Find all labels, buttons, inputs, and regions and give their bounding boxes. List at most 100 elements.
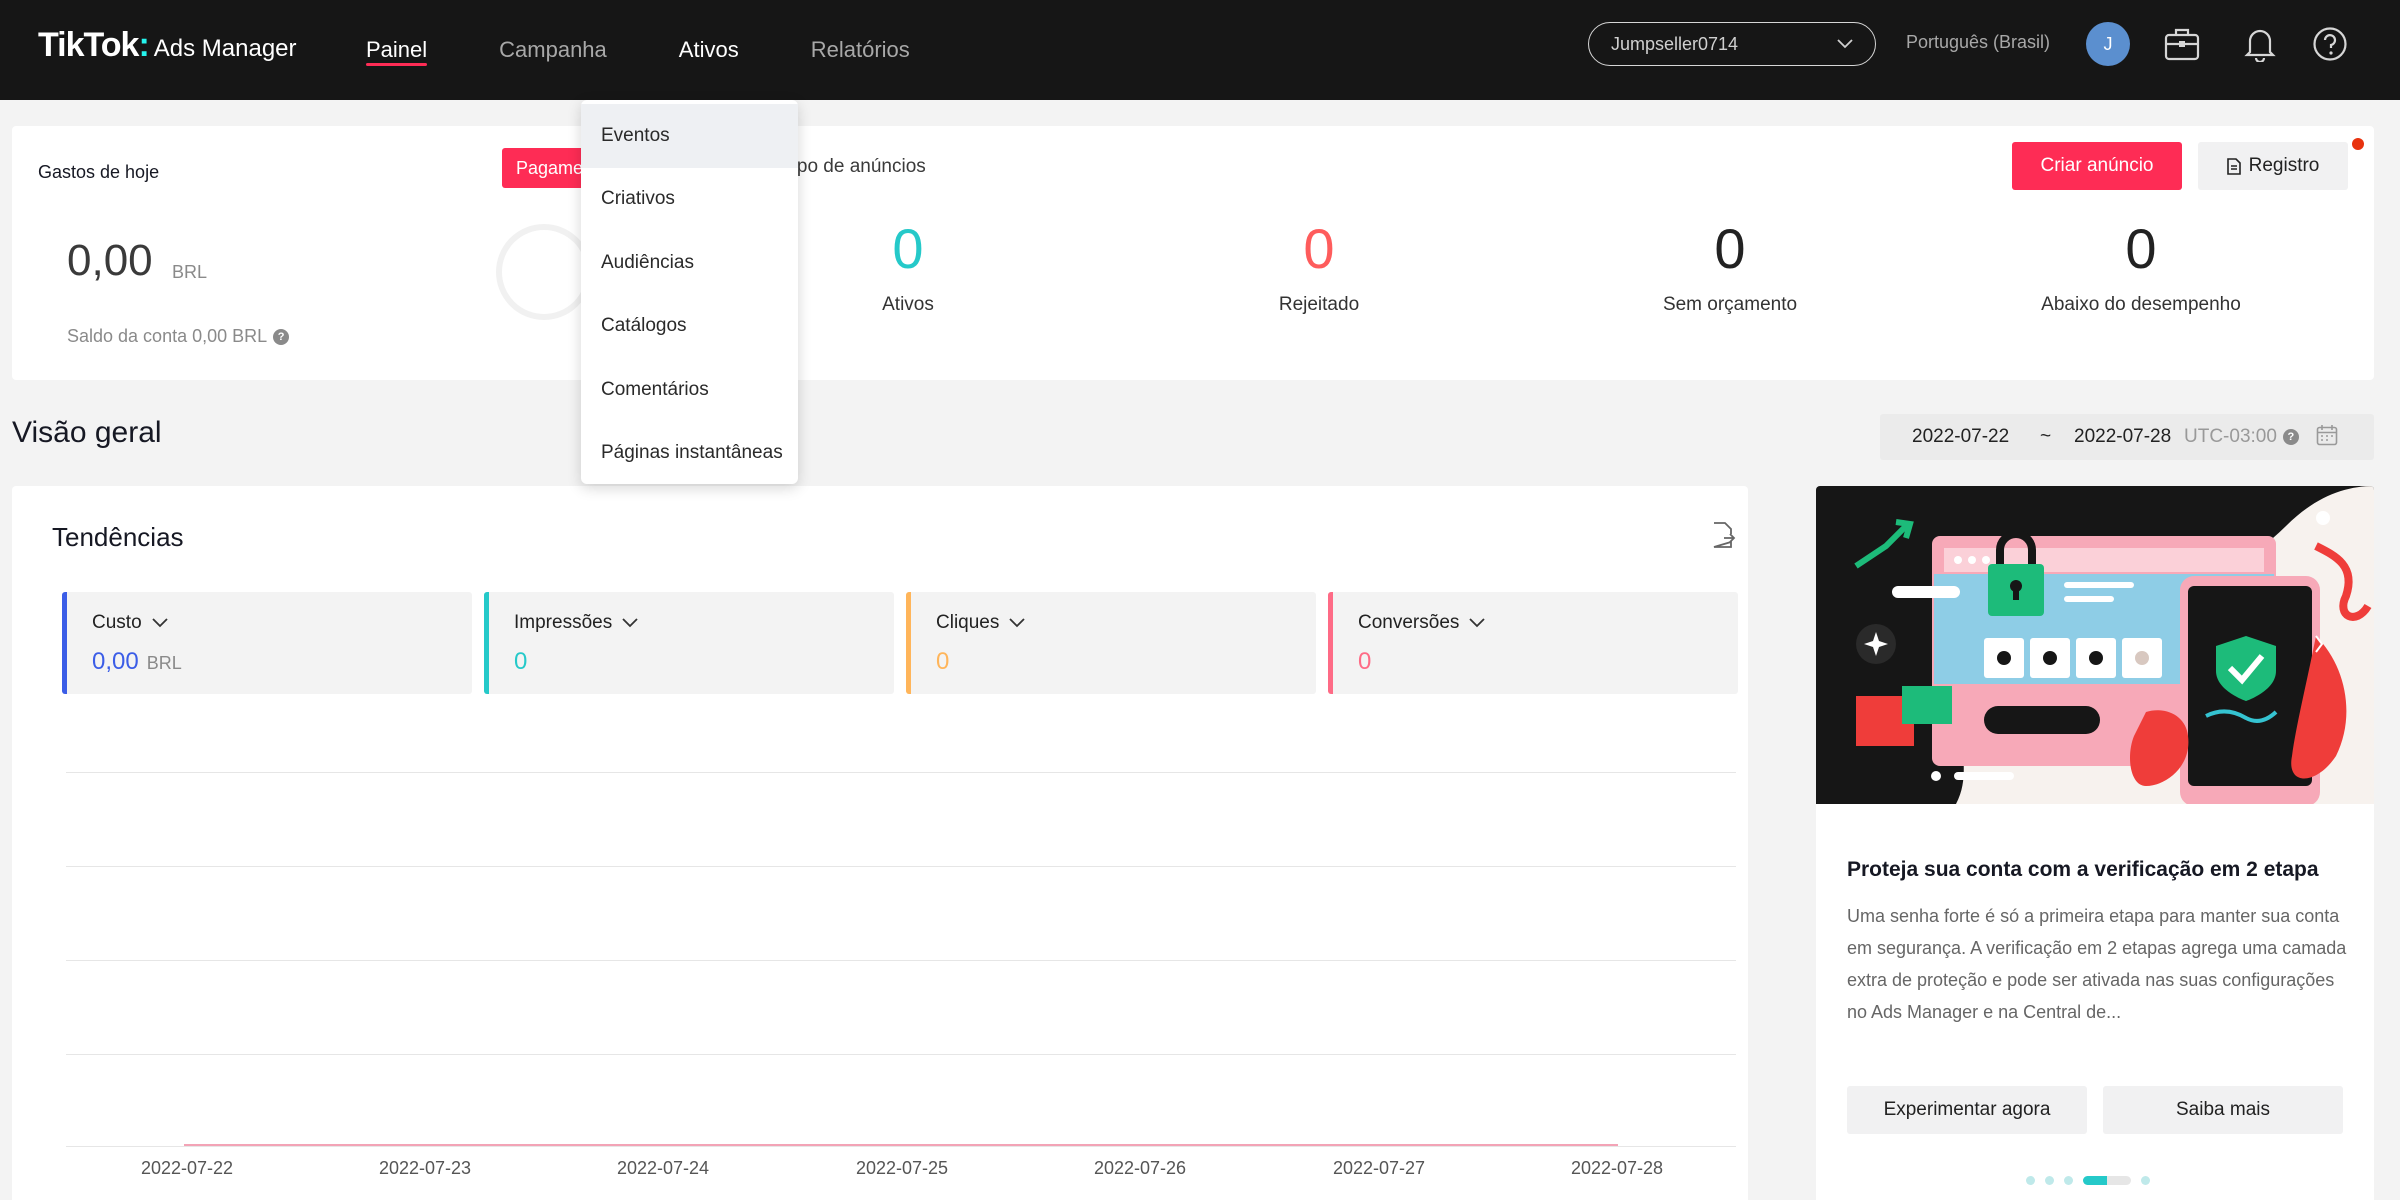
calendar-icon[interactable] <box>2316 424 2338 446</box>
date-range-picker[interactable]: 2022-07-22 ~ 2022-07-28 UTC-03:00 ? <box>1880 414 2374 460</box>
metric-custo[interactable]: Custo 0,00 BRL <box>62 592 472 694</box>
logo-brand: TikTok <box>38 26 139 64</box>
metric-value-text: 0 <box>1358 648 1372 675</box>
metric-label: Conversões <box>1358 612 1738 634</box>
menu-item-audiencias[interactable]: Audiências <box>581 231 798 295</box>
carousel-pager <box>2026 1176 2150 1185</box>
x-axis-label: 2022-07-22 <box>140 1158 234 1178</box>
metric-unit: BRL <box>146 653 182 673</box>
registro-button[interactable]: Registro <box>2198 142 2348 190</box>
metric-conversoes[interactable]: Conversões 0 <box>1328 592 1738 694</box>
language-selector[interactable]: Português (Brasil) <box>1906 32 2050 53</box>
metric-value: 0,00 BRL <box>92 648 472 676</box>
metric-label: Cliques <box>936 612 1316 634</box>
bell-icon[interactable] <box>2240 24 2280 64</box>
user-avatar[interactable]: J <box>2086 22 2130 66</box>
criar-anuncio-button[interactable]: Criar anúncio <box>2012 142 2182 190</box>
experimentar-agora-button[interactable]: Experimentar agora <box>1847 1086 2087 1134</box>
metric-label-text: Custo <box>92 612 142 633</box>
export-icon[interactable] <box>1712 522 1736 553</box>
logo-subtitle: Ads Manager <box>153 35 297 62</box>
pager-dot[interactable] <box>2064 1176 2073 1185</box>
menu-item-criativos[interactable]: Criativos <box>581 168 798 232</box>
metric-label-text: Cliques <box>936 612 1000 633</box>
pager-dot[interactable] <box>2045 1176 2054 1185</box>
help-icon[interactable] <box>2310 24 2350 64</box>
metric-label-text: Impressões <box>514 612 613 633</box>
pager-dot[interactable] <box>2026 1176 2035 1185</box>
nav-painel[interactable]: Painel <box>330 0 463 100</box>
promo-body: Uma senha forte é só a primeira etapa pa… <box>1847 906 2347 1022</box>
chart-gridline <box>66 1054 1736 1055</box>
pager-dot[interactable] <box>2141 1176 2150 1185</box>
date-end: 2022-07-28 <box>2074 426 2172 447</box>
x-axis-label: 2022-07-25 <box>855 1158 949 1178</box>
saiba-mais-button[interactable]: Saiba mais <box>2103 1086 2343 1134</box>
x-axis-label: 2022-07-24 <box>616 1158 710 1178</box>
account-balance: Saldo da conta 0,00 BRL ? <box>67 326 290 347</box>
registro-label: Registro <box>2248 155 2320 176</box>
x-axis-label: 2022-07-27 <box>1332 1158 1426 1178</box>
timezone: UTC-03:00 ? <box>2184 426 2299 448</box>
nav-ativos[interactable]: Ativos <box>643 0 775 100</box>
gastos-title: Gastos de hoje <box>38 162 160 182</box>
main-nav: Painel Campanha Ativos Relatórios <box>330 0 946 100</box>
document-icon <box>2226 157 2241 175</box>
gastos-value: 0,00 <box>67 236 153 285</box>
stat-label: Ativos <box>882 294 934 315</box>
nav-campanha[interactable]: Campanha <box>463 0 643 100</box>
stat-label: Rejeitado <box>1278 294 1360 315</box>
chevron-down-icon <box>152 618 168 628</box>
menu-item-eventos[interactable]: Eventos <box>581 104 798 168</box>
top-navbar: TikTok : Ads Manager Painel Campanha Ati… <box>0 0 2400 100</box>
pager-dot-active[interactable] <box>2083 1176 2131 1185</box>
metric-value-text: 0,00 <box>92 648 139 675</box>
metric-label-text: Conversões <box>1358 612 1460 633</box>
account-name: Jumpseller0714 <box>1611 33 1739 54</box>
menu-item-catalogos[interactable]: Catálogos <box>581 295 798 359</box>
metric-value: 0 <box>1358 648 1738 676</box>
stat-ativos[interactable]: 0 Ativos <box>758 216 1058 316</box>
briefcase-icon[interactable] <box>2162 24 2202 64</box>
chart-gridline <box>66 960 1736 961</box>
metric-label: Impressões <box>514 612 894 634</box>
chevron-down-icon <box>1009 618 1026 628</box>
x-axis-label: 2022-07-28 <box>1570 1158 1664 1178</box>
tiktok-logo[interactable]: TikTok : Ads Manager <box>38 26 297 65</box>
metric-cliques[interactable]: Cliques 0 <box>906 592 1316 694</box>
menu-item-comentarios[interactable]: Comentários <box>581 358 798 422</box>
progress-ring <box>496 224 592 320</box>
notification-dot <box>2352 138 2364 150</box>
saldo-text: Saldo da conta 0,00 BRL <box>67 326 268 346</box>
stat-value: 0 <box>1303 217 1335 280</box>
chart-gridline <box>66 772 1736 773</box>
nav-relatorios[interactable]: Relatórios <box>775 0 946 100</box>
metric-value-text: 0 <box>514 648 528 675</box>
metric-value: 0 <box>514 648 894 676</box>
stat-sem-orcamento[interactable]: 0 Sem orçamento <box>1580 216 1880 316</box>
promo-illustration <box>1816 486 2374 806</box>
help-circle-icon[interactable]: ? <box>273 328 290 345</box>
stat-rejeitado[interactable]: 0 Rejeitado <box>1169 216 1469 316</box>
help-circle-icon[interactable]: ? <box>2282 429 2299 445</box>
date-start: 2022-07-22 <box>1912 426 2010 447</box>
overview-title: Visão geral <box>12 416 162 449</box>
metric-value: 0 <box>936 648 1316 676</box>
chevron-down-icon <box>1469 618 1486 628</box>
metric-impressoes[interactable]: Impressões 0 <box>484 592 894 694</box>
account-selector[interactable]: Jumpseller0714 <box>1588 22 1876 66</box>
promo-title: Proteja sua conta com a verificação em 2… <box>1847 858 2319 881</box>
chart-gridline <box>66 866 1736 867</box>
x-axis-label: 2022-07-23 <box>378 1158 472 1178</box>
grupo-anuncios-label: rupo de anúncios <box>780 156 926 177</box>
stat-abaixo-desempenho[interactable]: 0 Abaixo do desempenho <box>1991 216 2291 316</box>
chevron-down-icon <box>622 618 638 628</box>
date-separator: ~ <box>2040 426 2052 447</box>
chart-gridline <box>66 1146 1736 1147</box>
summary-card: Gastos de hoje 0,00 BRL Saldo da conta 0… <box>12 126 2374 380</box>
menu-item-paginas-instantaneas[interactable]: Páginas instantâneas <box>581 422 798 486</box>
logo-colon: : <box>138 26 150 64</box>
trends-card: Tendências Custo 0,00 BRL Impressões 0 Cl… <box>12 486 1748 1200</box>
stat-value: 0 <box>1714 217 1746 280</box>
ativos-dropdown-menu: Eventos Criativos Audiências Catálogos C… <box>581 100 798 484</box>
